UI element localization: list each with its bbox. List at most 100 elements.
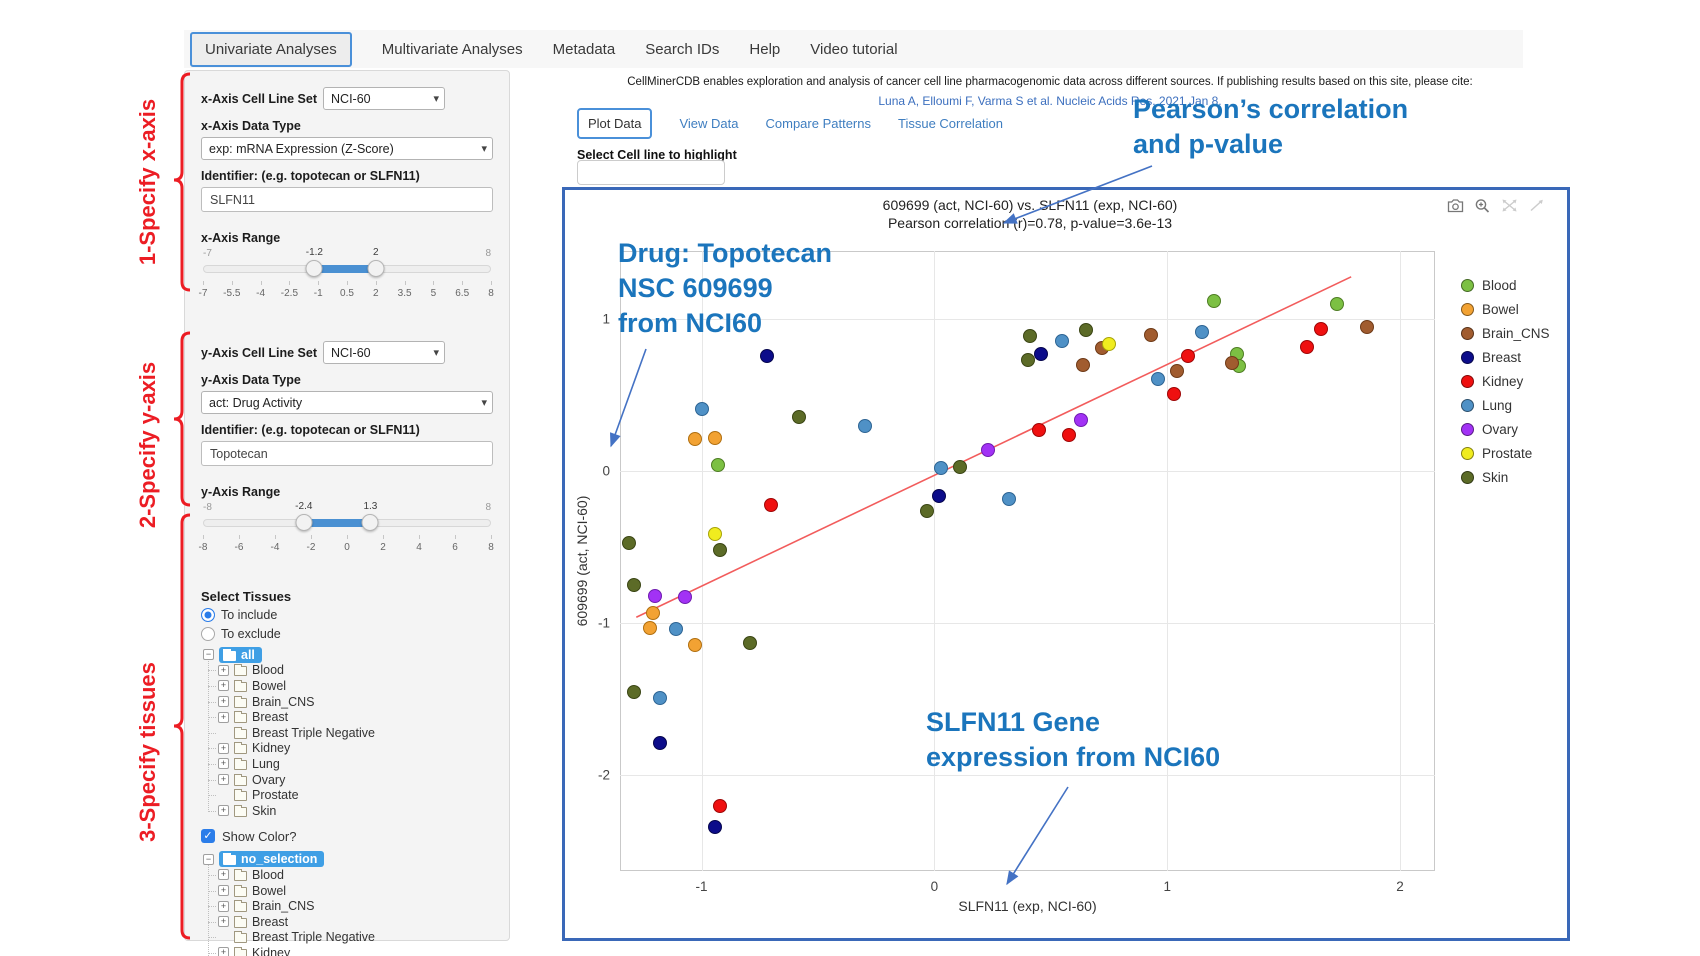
scatter-point-lung[interactable]: [695, 402, 709, 416]
scatter-point-lung[interactable]: [1195, 325, 1209, 339]
scatter-point-skin[interactable]: [1023, 329, 1037, 343]
expand-icon[interactable]: +: [218, 774, 229, 785]
collapse-icon[interactable]: −: [203, 854, 214, 865]
y-range-handle-to[interactable]: [362, 514, 379, 531]
expand-icon[interactable]: +: [218, 869, 229, 880]
legend-item-breast[interactable]: Breast: [1461, 350, 1521, 365]
tab-plot-data[interactable]: Plot Data: [577, 108, 652, 139]
tree-item-brain-cns[interactable]: +Brain_CNS: [218, 898, 493, 914]
legend-item-blood[interactable]: Blood: [1461, 278, 1517, 293]
tab-compare-patterns[interactable]: Compare Patterns: [766, 116, 872, 131]
expand-icon[interactable]: +: [218, 805, 229, 816]
scatter-point-skin[interactable]: [792, 410, 806, 424]
scatter-point-lung[interactable]: [1002, 492, 1016, 506]
drag-icon[interactable]: [1528, 198, 1545, 213]
scatter-point-breast[interactable]: [653, 736, 667, 750]
tab-tissue-correlation[interactable]: Tissue Correlation: [898, 116, 1003, 131]
expand-icon[interactable]: +: [218, 665, 229, 676]
tree-item-breast-triple-negative[interactable]: Breast Triple Negative: [218, 725, 493, 741]
legend-item-kidney[interactable]: Kidney: [1461, 374, 1523, 389]
scatter-point-skin[interactable]: [627, 685, 641, 699]
checkbox-checked-icon[interactable]: ✓: [201, 829, 215, 843]
nav-item-video-tutorial[interactable]: Video tutorial: [810, 41, 897, 58]
x-axis-identifier-input[interactable]: [201, 187, 493, 212]
tree-item-blood[interactable]: +Blood: [218, 867, 493, 883]
expand-icon[interactable]: +: [218, 712, 229, 723]
zoom-in-icon[interactable]: [1474, 198, 1491, 213]
x-axis-cell-line-set-select[interactable]: NCI-60 ▾: [323, 87, 445, 110]
show-color-checkbox-row[interactable]: ✓ Show Color?: [201, 829, 493, 844]
radio-to-exclude[interactable]: To exclude: [201, 627, 493, 641]
x-range-handle-to[interactable]: [367, 260, 384, 277]
scatter-point-prostate[interactable]: [1102, 337, 1116, 351]
legend-item-prostate[interactable]: Prostate: [1461, 446, 1532, 461]
nav-item-metadata[interactable]: Metadata: [553, 41, 616, 58]
scatter-point-kidney[interactable]: [713, 799, 727, 813]
expand-icon[interactable]: +: [218, 885, 229, 896]
expand-icon[interactable]: +: [218, 758, 229, 769]
tree-item-kidney[interactable]: +Kidney: [218, 741, 493, 757]
y-axis-cell-line-set-select[interactable]: NCI-60 ▾: [323, 341, 445, 364]
scatter-point-bowel[interactable]: [688, 432, 702, 446]
tree-item-blood[interactable]: +Blood: [218, 663, 493, 679]
scatter-point-skin[interactable]: [622, 536, 636, 550]
scatter-point-blood[interactable]: [1207, 294, 1221, 308]
scatter-point-brain-cns[interactable]: [1144, 328, 1158, 342]
scatter-point-ovary[interactable]: [648, 589, 662, 603]
radio-to-include[interactable]: To include: [201, 608, 493, 622]
highlight-cell-line-input[interactable]: [577, 160, 725, 185]
expand-icon[interactable]: +: [218, 743, 229, 754]
expand-icon[interactable]: +: [218, 916, 229, 927]
x-axis-data-type-select[interactable]: exp: mRNA Expression (Z-Score) ▾: [201, 137, 493, 160]
scatter-point-bowel[interactable]: [646, 606, 660, 620]
scatter-point-lung[interactable]: [858, 419, 872, 433]
tree-item-lung[interactable]: +Lung: [218, 756, 493, 772]
nav-item-univariate-analyses[interactable]: Univariate Analyses: [190, 32, 352, 67]
nav-item-help[interactable]: Help: [749, 41, 780, 58]
y-axis-identifier-input[interactable]: [201, 441, 493, 466]
y-axis-range-slider[interactable]: -88-2.41.3-8-6-4-202468: [203, 513, 491, 565]
scatter-point-breast[interactable]: [932, 489, 946, 503]
tree-item-breast[interactable]: +Breast: [218, 709, 493, 725]
tree-root-chip[interactable]: all: [219, 647, 262, 663]
tree-item-ovary[interactable]: +Ovary: [218, 772, 493, 788]
scatter-point-lung[interactable]: [1151, 372, 1165, 386]
expand-icon[interactable]: +: [218, 901, 229, 912]
tab-view-data[interactable]: View Data: [679, 116, 738, 131]
expand-icon[interactable]: +: [218, 680, 229, 691]
legend-item-skin[interactable]: Skin: [1461, 470, 1508, 485]
radio-icon[interactable]: [201, 627, 215, 641]
tree-item-bowel[interactable]: +Bowel: [218, 883, 493, 899]
nav-item-multivariate-analyses[interactable]: Multivariate Analyses: [382, 41, 523, 58]
scatter-point-ovary[interactable]: [1074, 413, 1088, 427]
scatter-point-kidney[interactable]: [1181, 349, 1195, 363]
legend-item-lung[interactable]: Lung: [1461, 398, 1512, 413]
scatter-point-lung[interactable]: [653, 691, 667, 705]
pan-icon[interactable]: [1501, 198, 1518, 213]
radio-selected-icon[interactable]: [201, 608, 215, 622]
tree-item-kidney[interactable]: +Kidney: [218, 945, 493, 956]
scatter-point-kidney[interactable]: [1314, 322, 1328, 336]
x-range-handle-from[interactable]: [306, 260, 323, 277]
tree-root-all[interactable]: −all: [203, 647, 493, 663]
tree-item-prostate[interactable]: Prostate: [218, 787, 493, 803]
tree-item-skin[interactable]: +Skin: [218, 803, 493, 819]
scatter-point-kidney[interactable]: [1167, 387, 1181, 401]
legend-item-brain-cns[interactable]: Brain_CNS: [1461, 326, 1550, 341]
x-axis-range-slider[interactable]: -78-1.22-7-5.5-4-2.5-10.523.556.58: [203, 259, 491, 311]
tree-root-chip[interactable]: no_selection: [219, 851, 324, 867]
nav-item-search-ids[interactable]: Search IDs: [645, 41, 719, 58]
scatter-point-ovary[interactable]: [981, 443, 995, 457]
tree-item-breast-triple-negative[interactable]: Breast Triple Negative: [218, 930, 493, 946]
scatter-point-skin[interactable]: [1079, 323, 1093, 337]
y-axis-data-type-select[interactable]: act: Drug Activity ▾: [201, 391, 493, 414]
scatter-point-breast[interactable]: [760, 349, 774, 363]
tree-item-breast[interactable]: +Breast: [218, 914, 493, 930]
scatter-point-skin[interactable]: [953, 460, 967, 474]
y-range-handle-from[interactable]: [295, 514, 312, 531]
expand-icon[interactable]: +: [218, 696, 229, 707]
camera-icon[interactable]: [1447, 198, 1464, 213]
scatter-point-bowel[interactable]: [688, 638, 702, 652]
expand-icon[interactable]: +: [218, 947, 229, 956]
tree-root-no-selection[interactable]: −no_selection: [203, 852, 493, 868]
